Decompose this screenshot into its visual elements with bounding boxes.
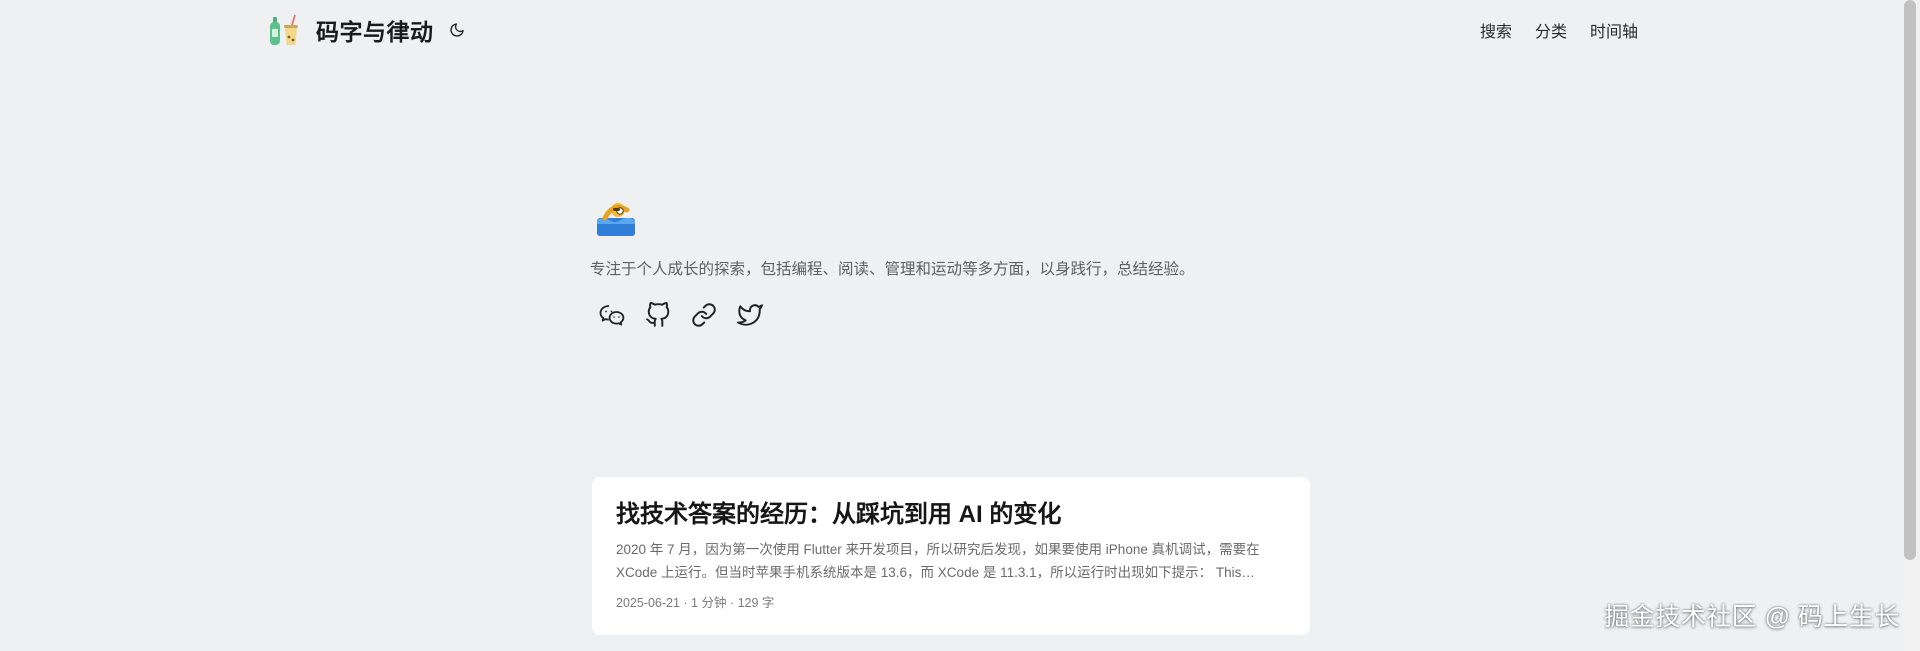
moon-icon: [449, 23, 464, 37]
brand[interactable]: 码字与律动: [268, 12, 468, 48]
watermark: 掘金技术社区 @ 码上生长: [1604, 603, 1900, 631]
nav-search[interactable]: 搜索: [1480, 18, 1512, 42]
bottles-logo-icon: [270, 14, 298, 45]
scrollbar-thumb[interactable]: [1904, 0, 1916, 560]
theme-toggle-button[interactable]: [446, 19, 468, 41]
profile-section: 专注于个人成长的探索，包括编程、阅读、管理和运动等多方面，以身践行，总结经验。: [590, 196, 1310, 329]
twitter-icon: [737, 304, 763, 326]
social-links: [598, 301, 1310, 329]
link-icon: [692, 303, 716, 327]
swimmer-emoji-icon: [597, 203, 635, 236]
main-nav: 搜索 分类 时间轴: [1480, 18, 1638, 42]
github-link[interactable]: [644, 301, 672, 329]
post-card[interactable]: 找技术答案的经历：从踩坑到用 AI 的变化 2020 年 7 月，因为第一次使用…: [592, 477, 1310, 635]
github-icon: [646, 302, 670, 327]
nav-categories[interactable]: 分类: [1535, 18, 1567, 42]
website-link[interactable]: [690, 301, 718, 329]
post-meta: 2025-06-21 · 1 分钟 · 129 字: [616, 596, 775, 611]
post-title[interactable]: 找技术答案的经历：从踩坑到用 AI 的变化: [616, 499, 1286, 530]
twitter-link[interactable]: [736, 301, 764, 329]
wechat-link[interactable]: [598, 301, 626, 329]
post-excerpt: 2020 年 7 月，因为第一次使用 Flutter 来开发项目，所以研究后发现…: [616, 542, 1260, 581]
nav-timeline[interactable]: 时间轴: [1590, 18, 1638, 42]
site-title: 码字与律动: [316, 19, 434, 45]
page-scrollbar[interactable]: [1900, 0, 1920, 651]
site-header: 码字与律动 搜索 分类 时间轴: [0, 0, 1900, 60]
wechat-icon: [599, 305, 625, 326]
profile-description: 专注于个人成长的探索，包括编程、阅读、管理和运动等多方面，以身践行，总结经验。: [590, 261, 1195, 278]
